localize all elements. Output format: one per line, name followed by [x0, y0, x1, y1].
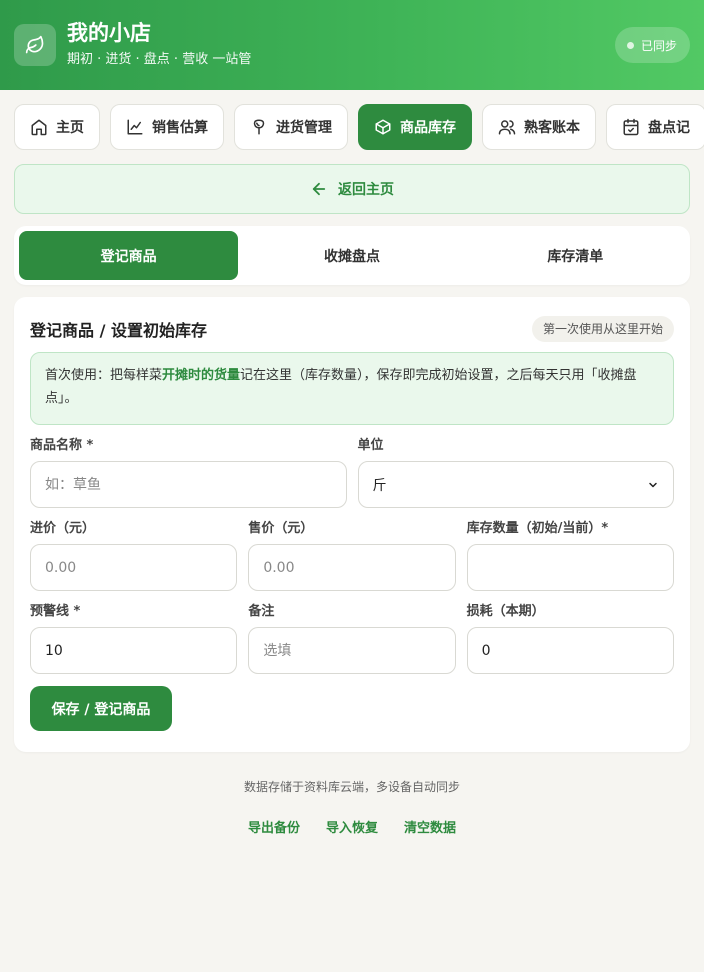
form-title: 登记商品 / 设置初始库存 — [30, 321, 207, 340]
box-icon — [375, 119, 391, 135]
nav-tab-label: 主页 — [56, 120, 84, 136]
sync-status-badge: 已同步 — [614, 27, 690, 63]
nav-tab-home[interactable]: 主页 — [14, 104, 100, 150]
save-product-button[interactable]: 保存 / 登记商品 — [30, 686, 172, 731]
chart-line-icon — [127, 119, 143, 135]
note-field-group: 备注 — [248, 603, 456, 674]
sync-label: 已同步 — [640, 38, 677, 53]
unit-select[interactable]: 斤 — [357, 461, 674, 508]
alert-field-group: 预警线 * — [30, 603, 238, 674]
nav-tab-label: 商品库存 — [400, 120, 456, 136]
register-product-card: 登记商品 / 设置初始库存 第一次使用从这里开始 首次使用：把每样菜开摊时的货量… — [14, 297, 690, 752]
app-title: 我的小店 — [67, 21, 151, 45]
calendar-check-icon — [623, 118, 639, 136]
app-subtitle: 期初 · 进货 · 盘点 · 营收 一站管 — [67, 52, 252, 67]
nav-tab-purchase[interactable]: 进货管理 — [234, 104, 348, 150]
price-label: 售价（元） — [248, 521, 314, 536]
footer-actions: 导出备份 导入恢复 清空数据 — [0, 817, 704, 836]
first-use-info: 首次使用：把每样菜开摊时的货量记在这里（库存数量），保存即完成初始设置，之后每天… — [30, 352, 674, 425]
unit-selected-value: 斤 — [372, 477, 387, 494]
clear-data-link[interactable]: 清空数据 — [404, 817, 456, 836]
product-name-input[interactable] — [30, 461, 347, 508]
chevron-down-icon — [649, 482, 657, 487]
loss-input[interactable] — [466, 627, 674, 674]
alert-threshold-input[interactable] — [30, 627, 238, 674]
first-use-hint: 第一次使用从这里开始 — [531, 316, 674, 342]
back-home-label: 返回主页 — [338, 182, 394, 198]
info-text-pre: 首次使用：把每样菜 — [45, 368, 163, 383]
nav-tab-label: 销售估算 — [152, 120, 208, 136]
name-label: 商品名称 * — [30, 438, 94, 453]
stock-quantity-input[interactable] — [466, 544, 674, 591]
nav-tab-label: 熟客账本 — [524, 120, 580, 136]
unit-field-group: 单位 斤 — [357, 437, 674, 508]
stock-label: 库存数量（初始/当前）* — [466, 521, 609, 536]
main-nav: 主页 销售估算 进货管理 商品库存 熟客账本 盘点记 — [0, 90, 704, 150]
stock-field-group: 库存数量（初始/当前）* — [466, 520, 674, 591]
name-field-group: 商品名称 * — [30, 437, 347, 508]
export-backup-link[interactable]: 导出备份 — [248, 817, 300, 836]
inventory-subtabs: 登记商品 收摊盘点 库存清单 — [14, 226, 690, 285]
cost-label: 进价（元） — [30, 521, 96, 536]
nav-tab-stocktake-log[interactable]: 盘点记 — [606, 104, 704, 150]
nav-tab-sales-estimate[interactable]: 销售估算 — [110, 104, 224, 150]
cost-field-group: 进价（元） — [30, 520, 238, 591]
subtab-register[interactable]: 登记商品 — [19, 231, 239, 280]
storage-note: 数据存储于资料库云端，多设备自动同步 — [243, 780, 460, 794]
unit-label: 单位 — [357, 438, 384, 453]
cost-price-input[interactable] — [30, 544, 238, 591]
nav-tab-label: 进货管理 — [276, 120, 332, 136]
import-restore-link[interactable]: 导入恢复 — [326, 817, 378, 836]
loss-field-group: 损耗（本期） — [466, 603, 674, 674]
sync-dot-icon — [626, 41, 634, 49]
back-home-button[interactable]: 返回主页 — [14, 164, 690, 214]
alert-label: 预警线 * — [30, 604, 81, 619]
subtab-stock-list[interactable]: 库存清单 — [466, 231, 685, 280]
info-text-highlight: 开摊时的货量 — [162, 368, 241, 383]
nav-tab-customers[interactable]: 熟客账本 — [482, 104, 596, 150]
arrow-left-icon — [312, 182, 326, 196]
note-input[interactable] — [248, 627, 456, 674]
sale-price-input[interactable] — [248, 544, 456, 591]
price-field-group: 售价（元） — [248, 520, 456, 591]
users-icon — [498, 120, 516, 135]
note-label: 备注 — [248, 604, 275, 619]
nav-tab-label: 盘点记 — [648, 120, 690, 136]
sprout-icon — [253, 119, 265, 135]
subtab-close-stocktake[interactable]: 收摊盘点 — [242, 231, 461, 280]
home-icon — [31, 119, 47, 136]
leaf-icon — [25, 35, 44, 54]
nav-tab-inventory[interactable]: 商品库存 — [358, 104, 472, 150]
app-header: 我的小店 期初 · 进货 · 盘点 · 营收 一站管 已同步 — [0, 0, 704, 90]
loss-label: 损耗（本期） — [466, 604, 545, 619]
app-logo — [14, 24, 56, 66]
